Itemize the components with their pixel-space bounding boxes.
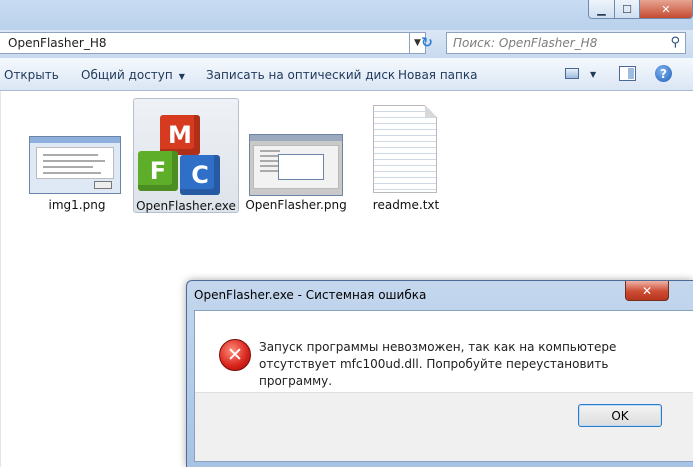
- cube-m: M: [160, 115, 200, 155]
- error-icon: ✕: [219, 339, 251, 371]
- preview-pane-icon[interactable]: [619, 66, 636, 81]
- chevron-down-icon: ▼: [178, 72, 185, 81]
- refresh-button[interactable]: ↻: [412, 33, 442, 53]
- mfc-cubes-icon: M F C: [136, 103, 236, 197]
- file-item-readme[interactable]: readme.txt: [353, 98, 459, 213]
- search-input[interactable]: Поиск: OpenFlasher_H8 ⚲: [446, 32, 686, 54]
- dialog-close-button[interactable]: ✕: [625, 281, 669, 301]
- file-name: OpenFlasher.exe: [136, 199, 236, 213]
- minimize-icon: ▁: [597, 2, 606, 16]
- pane-divider: [0, 91, 1, 467]
- dialog-body: ✕ Запуск программы невозможен, так как н…: [194, 310, 693, 462]
- search-placeholder: Поиск: OpenFlasher_H8: [453, 36, 598, 50]
- share-label: Общий доступ: [81, 68, 173, 82]
- dialog-title: OpenFlasher.exe - Системная ошибка: [194, 288, 427, 302]
- maximize-button[interactable]: ☐: [614, 0, 640, 19]
- search-icon[interactable]: ⚲: [670, 35, 680, 50]
- file-name: readme.txt: [372, 198, 440, 212]
- address-path: OpenFlasher_H8: [8, 36, 107, 50]
- refresh-icon: ↻: [421, 35, 433, 51]
- share-command[interactable]: Общий доступ ▼: [81, 68, 185, 82]
- close-window-button[interactable]: ✕: [639, 0, 693, 19]
- chevron-down-icon[interactable]: ▼: [590, 70, 596, 79]
- open-command[interactable]: Открыть: [4, 68, 59, 82]
- image-thumbnail-icon: [29, 136, 121, 194]
- file-name: img1.png: [48, 198, 106, 212]
- cube-c: C: [180, 155, 220, 195]
- close-icon: ✕: [641, 283, 653, 298]
- text-document-icon: [373, 105, 437, 193]
- system-error-dialog: OpenFlasher.exe - Системная ошибка ✕ ✕ З…: [186, 280, 693, 467]
- view-options-icon[interactable]: [565, 68, 579, 79]
- address-field[interactable]: OpenFlasher_H8: [0, 32, 410, 54]
- image-thumbnail-icon: [249, 134, 343, 196]
- command-bar: Открыть Общий доступ ▼ Записать на оптиче…: [0, 58, 693, 91]
- file-item-openflasher-png[interactable]: OpenFlasher.png: [243, 98, 349, 213]
- address-bar: OpenFlasher_H8 ▼ ↻ Поиск: OpenFlasher_H8…: [0, 30, 693, 58]
- close-icon: ✕: [661, 2, 671, 16]
- help-icon[interactable]: ?: [655, 65, 672, 82]
- ok-label: OK: [611, 408, 629, 423]
- error-message: Запуск программы невозможен, так как на …: [259, 340, 617, 388]
- new-folder-command[interactable]: Новая папка: [398, 68, 477, 82]
- minimize-button[interactable]: ▁: [588, 0, 615, 19]
- burn-disc-command[interactable]: Записать на оптический диск: [206, 68, 395, 82]
- window-title-strip: ▁ ☐ ✕: [0, 0, 693, 30]
- file-name: OpenFlasher.png: [245, 198, 347, 212]
- file-item-img1[interactable]: img1.png: [24, 98, 130, 213]
- cube-f: F: [138, 151, 178, 191]
- ok-button[interactable]: OK: [578, 404, 662, 427]
- file-item-openflasher-exe[interactable]: M F C OpenFlasher.exe: [133, 98, 239, 213]
- maximize-icon: ☐: [622, 2, 632, 16]
